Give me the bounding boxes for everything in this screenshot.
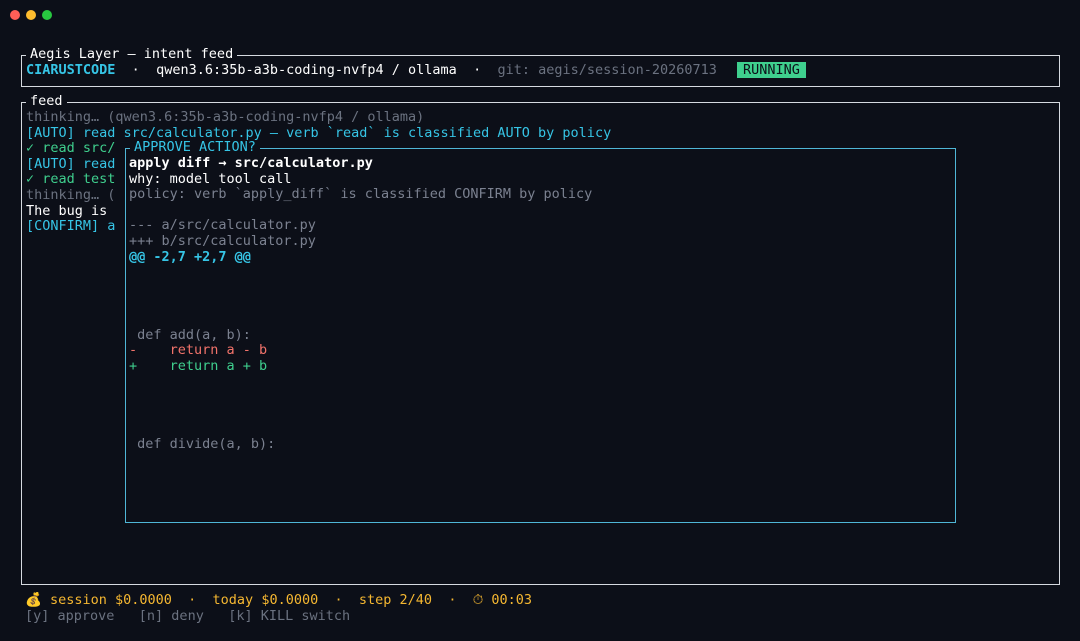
- header-sep: ·: [131, 62, 140, 78]
- diff-line: [129, 390, 592, 406]
- cost-line: 💰 session $0.0000 · today $0.0000 · step…: [25, 592, 533, 609]
- diff-line: @@ -2,7 +2,7 @@: [129, 248, 251, 265]
- diff-line: [129, 203, 592, 219]
- feed-line: [AUTO] read src/calculator.py — verb `re…: [26, 124, 612, 141]
- elapsed-timer: 00:03: [491, 592, 533, 608]
- diff-line: [129, 312, 592, 328]
- footer-sep: ·: [334, 592, 343, 608]
- keybind-line: [y] approve [n] deny [k] KILL switch: [25, 608, 532, 625]
- minimize-window-icon[interactable]: [26, 10, 36, 20]
- footer-sep: ·: [448, 592, 457, 608]
- footer-sep: ·: [188, 592, 197, 608]
- dialog-body: apply diff → src/calculator.py why: mode…: [129, 155, 593, 453]
- approve-key[interactable]: [y] approve: [25, 608, 114, 624]
- stopwatch-icon: ⏱: [472, 592, 484, 608]
- diff-line: --- a/src/calculator.py: [129, 217, 316, 234]
- today-cost: today $0.0000: [212, 592, 319, 608]
- action-summary: apply diff → src/calculator.py: [129, 155, 373, 171]
- diff-line: [129, 374, 592, 390]
- dialog-title: APPROVE ACTION?: [130, 139, 260, 156]
- deny-key[interactable]: [n] deny: [139, 608, 204, 624]
- diff-line: [129, 265, 592, 281]
- diff-line: def divide(a, b):: [129, 435, 276, 452]
- step-counter: step 2/40: [358, 592, 433, 608]
- status-footer: 💰 session $0.0000 · today $0.0000 · step…: [25, 592, 533, 625]
- header-panel: Aegis Layer — intent feed CIARUSTCODE · …: [21, 46, 1060, 87]
- close-window-icon[interactable]: [10, 10, 20, 20]
- kill-switch-key[interactable]: [k] KILL switch: [228, 608, 350, 624]
- diff-line: +++ b/src/calculator.py: [129, 232, 316, 249]
- approve-action-dialog: APPROVE ACTION? apply diff → src/calcula…: [125, 139, 956, 523]
- session-cost: session $0.0000: [49, 592, 172, 608]
- action-reason: why: model tool call: [129, 170, 292, 187]
- diff-line: [129, 406, 592, 422]
- feed-title: feed: [26, 93, 67, 110]
- header-sep: ·: [473, 62, 482, 78]
- header-title: Aegis Layer — intent feed: [26, 46, 238, 63]
- header-info-line: CIARUSTCODE · qwen3.6:35b-a3b-coding-nvf…: [26, 62, 806, 79]
- window-controls: [10, 10, 52, 20]
- model-label: qwen3.6:35b-a3b-coding-nvfp4 / ollama: [156, 62, 457, 78]
- git-branch-label: git: aegis/session-20260713: [497, 62, 717, 78]
- diff-line: + return a + b: [129, 357, 268, 374]
- money-bag-icon: 💰: [25, 592, 42, 608]
- action-policy: policy: verb `apply_diff` is classified …: [129, 186, 593, 203]
- diff-view: --- a/src/calculator.py +++ b/src/calcula…: [129, 203, 592, 453]
- diff-line: [129, 296, 592, 312]
- status-badge: RUNNING: [736, 62, 806, 78]
- diff-line: [129, 281, 592, 297]
- diff-line: [129, 421, 592, 437]
- brand-name: CIARUSTCODE: [26, 62, 116, 78]
- feed-line: thinking… (qwen3.6:35b-a3b-coding-nvfp4 …: [26, 109, 425, 125]
- diff-line: def add(a, b):: [129, 326, 251, 343]
- diff-line: - return a - b: [129, 342, 268, 359]
- maximize-window-icon[interactable]: [42, 10, 52, 20]
